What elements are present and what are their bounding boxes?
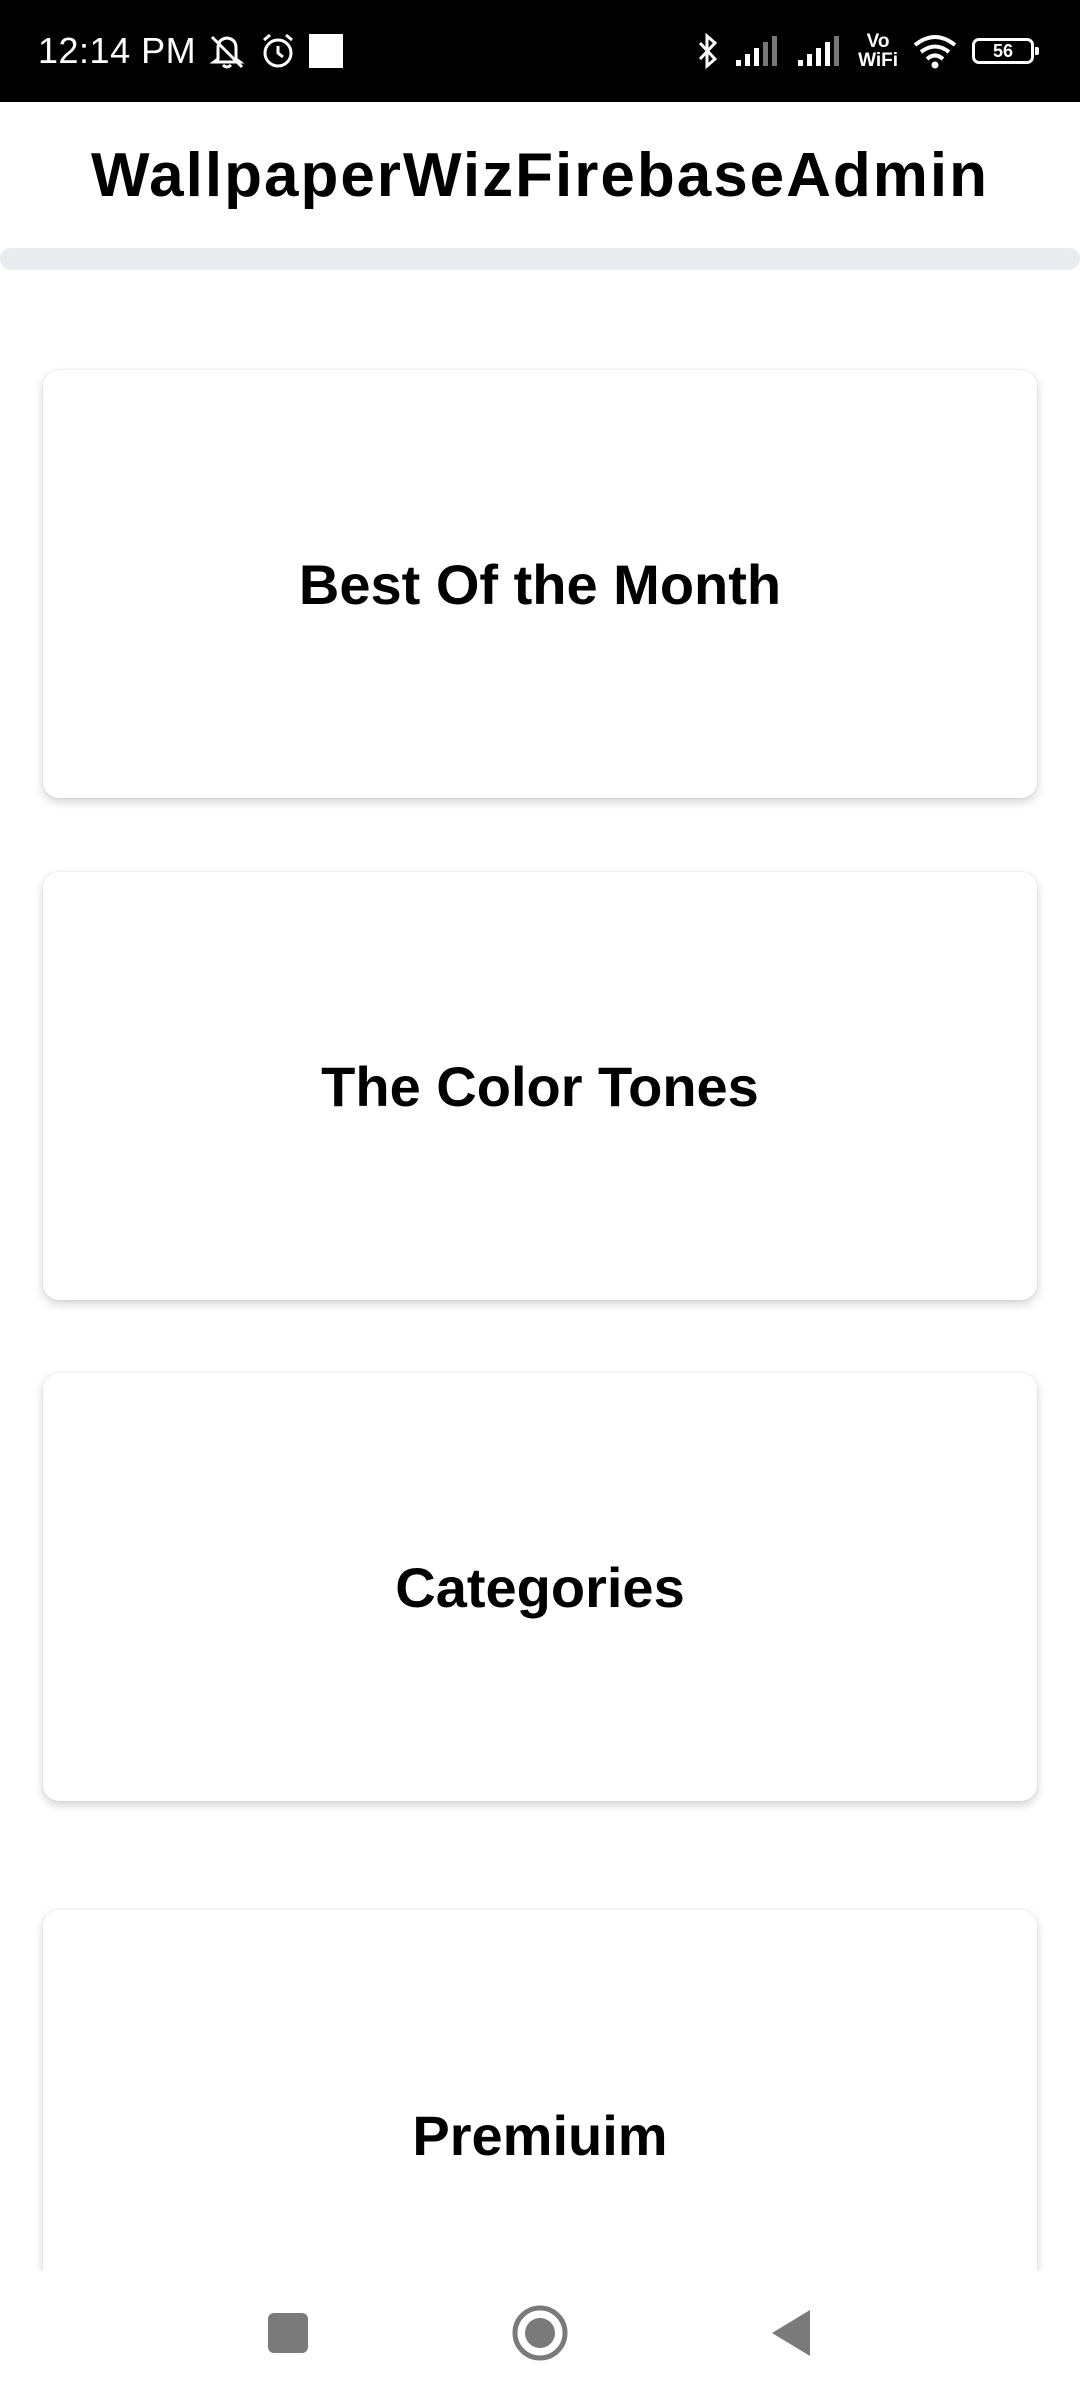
card-label: The Color Tones <box>321 1054 759 1118</box>
back-icon <box>768 2308 812 2363</box>
navigation-bar <box>0 2270 1080 2400</box>
vowifi-icon: Vo WiFi <box>858 32 898 70</box>
page-title: WallpaperWizFirebaseAdmin <box>90 140 990 210</box>
recents-icon <box>266 2311 310 2360</box>
signal-icon <box>796 34 844 68</box>
vowifi-bottom-label: WiFi <box>858 50 898 71</box>
color-tones-card[interactable]: The Color Tones <box>43 872 1037 1300</box>
back-button[interactable] <box>730 2270 850 2400</box>
notification-square-icon <box>308 33 344 69</box>
home-button[interactable] <box>480 2270 600 2400</box>
card-label: Categories <box>395 1555 685 1619</box>
recents-button[interactable] <box>228 2270 348 2400</box>
mute-icon <box>206 31 248 71</box>
app-bar: WallpaperWizFirebaseAdmin <box>0 102 1080 248</box>
card-label: Best Of the Month <box>298 552 782 616</box>
battery-level: 56 <box>992 40 1014 61</box>
status-bar: 12:14 PM Vo WiFi 56 <box>0 0 1080 102</box>
bluetooth-icon <box>696 31 720 71</box>
best-of-the-month-card[interactable]: Best Of the Month <box>43 370 1037 798</box>
vowifi-top-label: Vo <box>866 31 890 52</box>
status-bar-right: Vo WiFi 56 <box>696 0 1039 102</box>
status-time: 12:14 PM <box>38 30 197 71</box>
progress-track <box>0 248 1080 270</box>
status-bar-left: 12:14 PM <box>38 0 344 102</box>
wifi-icon <box>912 33 958 69</box>
home-icon <box>511 2304 569 2367</box>
signal-icon <box>734 34 782 68</box>
battery-icon: 56 <box>972 38 1039 64</box>
card-label: Premiuim <box>412 2103 668 2167</box>
categories-card[interactable]: Categories <box>43 1373 1037 1801</box>
alarm-icon <box>258 31 298 71</box>
